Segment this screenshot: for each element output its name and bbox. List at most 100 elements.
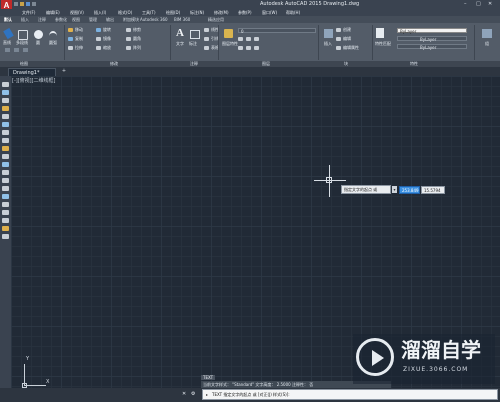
draw-panel-label[interactable]: 绘图 xyxy=(20,62,28,66)
open-file-icon[interactable] xyxy=(20,2,24,6)
save-icon[interactable] xyxy=(26,2,30,6)
menu-item[interactable]: 工具(T) xyxy=(142,11,156,15)
menu-item[interactable]: 帮助(H) xyxy=(286,11,300,15)
rotate-icon[interactable] xyxy=(96,28,101,32)
ribbon-tab[interactable]: 输出 xyxy=(106,18,114,22)
draw-tool-icon[interactable] xyxy=(2,138,9,143)
draw-tool-icon[interactable] xyxy=(2,90,9,95)
close-command-icon[interactable]: ✕ xyxy=(182,392,186,397)
menu-item[interactable]: 插入(I) xyxy=(94,11,106,15)
draw-tool-icon[interactable] xyxy=(2,178,9,183)
command-input[interactable]: ▸ TEXT 指定文字的起点 或 [对正(J) 样式(S)]: xyxy=(202,389,498,400)
maximize-icon[interactable]: □ xyxy=(476,2,481,7)
layer-dropdown[interactable]: 0 xyxy=(238,28,316,34)
ribbon-tab[interactable]: 管理 xyxy=(89,18,97,22)
dimension-icon[interactable] xyxy=(190,30,200,39)
array-icon[interactable] xyxy=(126,46,131,50)
close-icon[interactable]: ✕ xyxy=(488,2,492,7)
polyline-icon[interactable] xyxy=(18,30,28,40)
ribbon-tab[interactable]: 默认 xyxy=(4,18,12,22)
draw-tool-icon[interactable] xyxy=(2,114,9,119)
layer-tool-icon-2[interactable] xyxy=(246,37,251,41)
stretch-icon[interactable] xyxy=(68,46,73,50)
match-properties-icon[interactable] xyxy=(376,28,384,38)
scale-icon[interactable] xyxy=(96,46,101,50)
copy-icon[interactable] xyxy=(68,37,73,41)
draw-tool-icon[interactable] xyxy=(2,226,9,231)
linetype-dropdown[interactable]: ByLayer xyxy=(397,36,467,42)
draw-tool-icon[interactable] xyxy=(2,162,9,167)
layer-properties-icon[interactable] xyxy=(224,29,233,38)
ribbon-tab[interactable]: 注释 xyxy=(38,18,46,22)
rectangle-icon[interactable] xyxy=(14,48,19,52)
layer-tool-icon-4[interactable] xyxy=(238,46,243,50)
edit-block-icon[interactable] xyxy=(336,37,341,41)
lineweight-dropdown[interactable]: ByLayer xyxy=(397,44,467,50)
undo-icon[interactable] xyxy=(32,2,36,6)
menu-item[interactable]: 标注(N) xyxy=(190,11,204,15)
leader-icon[interactable] xyxy=(204,37,209,41)
block-panel-label[interactable]: 块 xyxy=(344,62,348,66)
ribbon-tab[interactable]: 精选应用 xyxy=(208,18,224,22)
move-icon[interactable] xyxy=(68,28,73,32)
new-tab-button[interactable]: + xyxy=(60,69,68,75)
menu-item[interactable]: 编辑(E) xyxy=(46,11,60,15)
draw-tool-icon[interactable] xyxy=(2,202,9,207)
draw-tool-icon[interactable] xyxy=(2,218,9,223)
text-tool-icon[interactable]: A xyxy=(176,28,186,39)
ellipse-icon[interactable] xyxy=(23,48,28,52)
table-icon[interactable] xyxy=(204,46,209,50)
ribbon-tab[interactable]: BIM 360 xyxy=(174,18,190,22)
menu-item[interactable]: 参数(P) xyxy=(238,11,252,15)
customize-command-icon[interactable]: ⚙ xyxy=(191,392,195,397)
prompt-options-arrow-icon[interactable]: ▾ xyxy=(392,186,397,193)
tab-drawing1[interactable]: Drawing1* xyxy=(8,68,56,76)
draw-tool-icon[interactable] xyxy=(2,234,9,239)
layer-tool-icon-5[interactable] xyxy=(246,46,251,50)
draw-tool-icon[interactable] xyxy=(2,146,9,151)
quick-access-toolbar[interactable] xyxy=(14,2,44,7)
create-block-icon[interactable] xyxy=(336,28,341,32)
menu-item[interactable]: 格式(O) xyxy=(118,11,132,15)
layer-tool-icon-1[interactable] xyxy=(238,37,243,41)
hatch-icon[interactable] xyxy=(5,48,10,52)
menu-item[interactable]: 绘图(D) xyxy=(166,11,180,15)
draw-tool-icon[interactable] xyxy=(2,98,9,103)
draw-tool-icon[interactable] xyxy=(2,122,9,127)
trim-icon[interactable] xyxy=(126,28,131,32)
layers-panel-label[interactable]: 图层 xyxy=(262,62,270,66)
layer-tool-icon-3[interactable] xyxy=(254,37,259,41)
fillet-icon[interactable] xyxy=(126,37,131,41)
draw-tool-icon[interactable] xyxy=(2,186,9,191)
properties-panel-label[interactable]: 特性 xyxy=(410,62,418,66)
viewport-controls[interactable]: [-][俯视][二维线框] xyxy=(12,79,56,84)
mirror-icon[interactable] xyxy=(96,37,101,41)
draw-tool-icon[interactable] xyxy=(2,130,9,135)
group-icon[interactable] xyxy=(482,29,492,38)
menu-item[interactable]: 视图(V) xyxy=(70,11,84,15)
layer-tool-icon-6[interactable] xyxy=(254,46,259,50)
ribbon-tab[interactable]: 视图 xyxy=(72,18,80,22)
draw-tool-icon[interactable] xyxy=(2,194,9,199)
menu-item[interactable]: 修改(M) xyxy=(214,11,229,15)
menu-item[interactable]: 文件(F) xyxy=(22,11,35,15)
ribbon-tab[interactable]: 插入 xyxy=(21,18,29,22)
modify-panel-label[interactable]: 修改 xyxy=(110,62,118,66)
draw-tool-icon[interactable] xyxy=(2,154,9,159)
y-coordinate-input[interactable]: 15.5794 xyxy=(421,186,445,194)
new-file-icon[interactable] xyxy=(14,2,18,6)
annotation-panel-label[interactable]: 注释 xyxy=(190,62,198,66)
menu-item[interactable]: 窗口(W) xyxy=(262,11,277,15)
color-dropdown[interactable]: ByLayer xyxy=(397,28,467,34)
draw-tool-icon[interactable] xyxy=(2,106,9,111)
draw-tool-icon[interactable] xyxy=(2,170,9,175)
x-coordinate-input[interactable]: 253.849 xyxy=(399,186,420,194)
minimize-icon[interactable]: – xyxy=(464,2,467,7)
ribbon-tab[interactable]: 附加模块 xyxy=(123,18,139,22)
edit-attributes-icon[interactable] xyxy=(336,46,341,50)
drawing-canvas[interactable]: [-][俯视][二维线框] 指定文字的起点 或 ▾ 253.849 15.579… xyxy=(11,76,500,388)
circle-icon[interactable] xyxy=(34,30,43,39)
draw-tool-icon[interactable] xyxy=(2,210,9,215)
ribbon-tab[interactable]: 参数化 xyxy=(55,18,67,22)
ribbon-tab[interactable]: Autodesk 360 xyxy=(140,18,168,22)
